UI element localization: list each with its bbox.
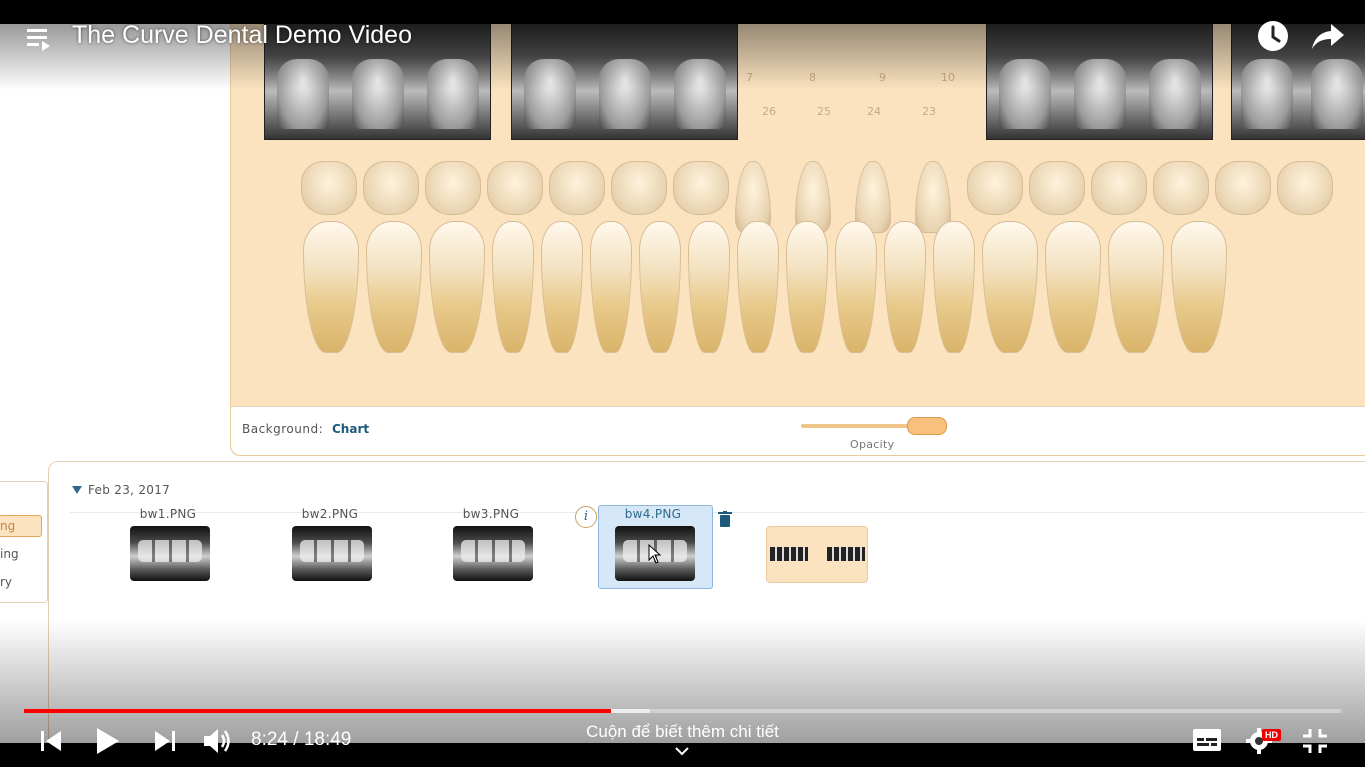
tooth-number: 9 (879, 71, 886, 84)
tooth-root[interactable] (303, 221, 359, 353)
tooth-number: 8 (809, 71, 816, 84)
subtitles-icon[interactable] (1193, 729, 1221, 751)
exit-fullscreen-icon[interactable] (1302, 728, 1328, 754)
tooth-root[interactable] (835, 221, 877, 353)
chevron-down-icon[interactable] (675, 746, 689, 756)
tooth-root[interactable] (982, 221, 1038, 353)
background-bar: Background: Chart Opacity (231, 406, 1365, 455)
date-group-label[interactable]: Feb 23, 2017 (88, 483, 170, 497)
tooth-root[interactable] (590, 221, 632, 353)
tooth-crown[interactable] (425, 161, 481, 215)
tooth-root[interactable] (933, 221, 975, 353)
background-label: Background: (242, 422, 324, 436)
image-name: bw4.PNG (624, 507, 682, 521)
mini-xray (770, 547, 808, 561)
background-chart-link[interactable]: Chart (332, 422, 369, 436)
image-name: bw3.PNG (462, 507, 520, 521)
trash-icon[interactable] (718, 511, 732, 527)
side-menu-item[interactable]: ry (0, 575, 12, 589)
xray-thumbnail[interactable] (453, 526, 533, 581)
layout-template-thumbnail[interactable] (766, 526, 868, 583)
tooth-crown[interactable] (549, 161, 605, 215)
side-menu-item[interactable]: ng (0, 519, 15, 533)
image-name: bw2.PNG (301, 507, 359, 521)
progress-bar[interactable] (24, 709, 1341, 713)
tooth-root[interactable] (541, 221, 583, 353)
tooth-root[interactable] (737, 221, 779, 353)
tooth-root[interactable] (688, 221, 730, 353)
play-icon[interactable] (96, 727, 120, 755)
volume-icon[interactable] (203, 727, 233, 755)
tooth-root[interactable] (884, 221, 926, 353)
tooth-root[interactable] (1045, 221, 1101, 353)
tooth-root[interactable] (1108, 221, 1164, 353)
skip-next-icon[interactable] (154, 730, 176, 752)
opacity-label: Opacity (850, 438, 895, 451)
tooth-crown[interactable] (301, 161, 357, 215)
tooth-root[interactable] (639, 221, 681, 353)
tooth-crown[interactable] (1029, 161, 1085, 215)
xray-thumbnail[interactable] (130, 526, 210, 581)
side-menu-item[interactable]: ing (0, 547, 19, 561)
root-row (303, 221, 1227, 353)
tooth-number: 26 (762, 105, 776, 118)
xray-thumbnail[interactable] (292, 526, 372, 581)
tooth-number: 24 (867, 105, 881, 118)
progress-played (24, 709, 612, 713)
tooth-crown[interactable] (487, 161, 543, 215)
scroll-hint[interactable]: Cuộn để biết thêm chi tiết (520, 722, 845, 742)
video-frame[interactable]: 7 8 9 10 26 25 24 23 Background: Chart O… (0, 24, 1365, 743)
tooth-root[interactable] (366, 221, 422, 353)
xray-image (986, 24, 1213, 140)
tooth-root[interactable] (786, 221, 828, 353)
tooth-number: 7 (746, 71, 753, 84)
tooth-crown[interactable] (363, 161, 419, 215)
tooth-crown[interactable] (1215, 161, 1271, 215)
tooth-root[interactable] (429, 221, 485, 353)
tooth-crown[interactable] (611, 161, 667, 215)
playlist-icon[interactable] (27, 27, 55, 53)
collapse-caret-icon[interactable] (72, 486, 82, 494)
tooth-number: 23 (922, 105, 936, 118)
image-name: bw1.PNG (139, 507, 197, 521)
mouse-cursor-icon (648, 544, 662, 564)
tooth-crown[interactable] (1277, 161, 1333, 215)
tooth-number: 25 (817, 105, 831, 118)
tooth-root[interactable] (1171, 221, 1227, 353)
hd-badge: HD (1262, 729, 1281, 741)
skip-previous-icon[interactable] (40, 730, 62, 752)
opacity-slider-handle[interactable] (907, 417, 947, 435)
xray-image (511, 24, 738, 140)
tooth-number: 10 (941, 71, 955, 84)
tooth-crown[interactable] (1091, 161, 1147, 215)
clock-icon[interactable] (1257, 20, 1289, 52)
info-icon[interactable]: i (575, 506, 597, 528)
tooth-crown[interactable] (673, 161, 729, 215)
mini-xray (827, 547, 865, 561)
tooth-crown[interactable] (967, 161, 1023, 215)
date-divider (70, 490, 1365, 513)
time-display: 8:24 / 18:49 (251, 729, 352, 750)
tooth-crown[interactable] (1153, 161, 1209, 215)
tooth-chart-panel: 7 8 9 10 26 25 24 23 Background: Chart O… (230, 24, 1365, 456)
video-title[interactable]: The Curve Dental Demo Video (72, 21, 412, 50)
tooth-root[interactable] (492, 221, 534, 353)
share-icon[interactable] (1311, 20, 1345, 52)
